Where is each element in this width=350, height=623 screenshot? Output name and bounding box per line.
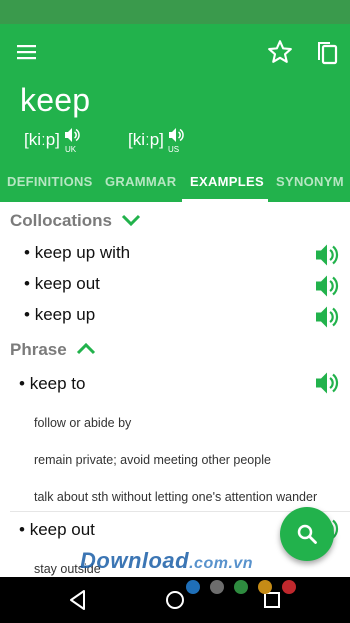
phrase-definition: follow or abide by (34, 416, 132, 430)
watermark-text: Download (80, 548, 190, 573)
tab-bar: DEFINITIONS GRAMMAR EXAMPLES SYNONYM (0, 170, 350, 202)
headword: keep (20, 82, 91, 118)
system-nav-bar (0, 577, 350, 623)
star-outline-icon[interactable] (266, 38, 294, 66)
phrase-term: • keep to (19, 374, 86, 393)
speaker-icon[interactable] (314, 304, 342, 330)
phrase-term-text: keep to (29, 374, 86, 393)
pronunciation-region: UK (65, 145, 77, 154)
tab-label: EXAMPLES (190, 174, 264, 189)
pronunciation-ipa: [kiːp] (24, 130, 60, 149)
tab-synonym[interactable]: SYNONYM (276, 170, 350, 202)
watermark-dot (234, 580, 248, 594)
search-fab[interactable] (280, 507, 334, 561)
menu-icon[interactable] (14, 40, 40, 64)
phrase-section-header[interactable]: Phrase (10, 340, 110, 362)
tab-label: SYNONYM (276, 174, 344, 189)
section-title: Collocations (10, 211, 113, 230)
phrase-term: • keep out (19, 520, 95, 539)
tab-definitions[interactable]: DEFINITIONS (7, 170, 97, 202)
speaker-icon[interactable] (314, 370, 342, 396)
pronunciation-us[interactable]: [kiːp] US (128, 124, 188, 156)
search-icon (297, 524, 317, 544)
phrase-definition: talk about sth without letting one's att… (34, 490, 318, 504)
pronunciation-uk[interactable]: [kiːp] UK (24, 124, 84, 156)
tab-label: DEFINITIONS (7, 174, 93, 189)
watermark-dot (258, 580, 272, 594)
collocation-text: keep up (34, 305, 96, 324)
list-item: • keep up with (24, 243, 131, 262)
section-title: Phrase (10, 340, 67, 359)
list-item: • keep out (24, 274, 100, 293)
watermark-suffix: .com.vn (189, 555, 254, 572)
collocations-section-header[interactable]: Collocations (10, 211, 150, 233)
phrase-term-text: keep out (29, 520, 95, 539)
back-icon[interactable] (66, 588, 90, 612)
pronunciation-ipa: [kiːp] (128, 130, 164, 149)
tab-examples[interactable]: EXAMPLES (182, 170, 268, 202)
app-bar: keep [kiːp] UK [kiːp] US DEFINITIONS GRA… (0, 24, 350, 202)
speaker-icon[interactable] (314, 273, 342, 299)
watermark-logo: Download.com.vn (80, 548, 253, 574)
status-bar (0, 0, 350, 24)
list-item: • keep up (24, 305, 96, 324)
home-icon[interactable] (163, 588, 187, 612)
speaker-icon[interactable] (314, 242, 342, 268)
tab-label: GRAMMAR (105, 174, 177, 189)
phrase-definition: remain private; avoid meeting other peop… (34, 453, 271, 467)
watermark-dot (210, 580, 224, 594)
tab-grammar[interactable]: GRAMMAR (105, 170, 177, 202)
collocation-text: keep up with (34, 243, 131, 262)
chevron-up-icon (75, 338, 97, 365)
watermark-dot (186, 580, 200, 594)
chevron-down-icon (120, 209, 142, 236)
copy-icon[interactable] (314, 38, 340, 66)
collocation-text: keep out (34, 274, 100, 293)
watermark-dot (282, 580, 296, 594)
pronunciation-region: US (168, 145, 180, 154)
